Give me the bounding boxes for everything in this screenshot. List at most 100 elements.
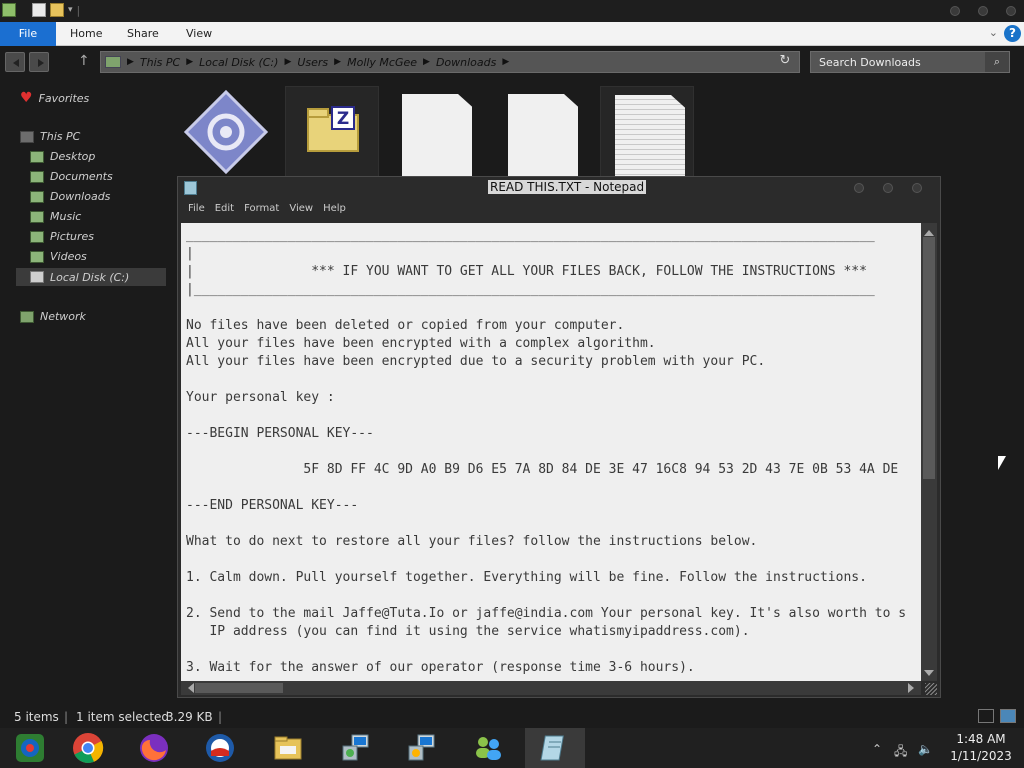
network-icon[interactable]: 🖧	[894, 742, 907, 763]
item-count: 5 items	[14, 710, 59, 724]
sidebar-item-favorites[interactable]: ♥ Favorites	[20, 90, 89, 106]
taskbar-item[interactable]	[58, 728, 118, 768]
text-line: All your files have been encrypted due t…	[186, 354, 766, 369]
file-item[interactable]	[600, 86, 694, 179]
search-input[interactable]: Search Downloads ⌕	[810, 51, 1010, 73]
tab-share[interactable]: Share	[127, 22, 159, 46]
minimize-button[interactable]	[950, 6, 960, 16]
desktop-icon	[30, 150, 44, 163]
folder-icon[interactable]	[2, 3, 16, 17]
clock[interactable]: 1:48 AM 1/11/2023	[946, 731, 1016, 765]
taskbar-item[interactable]	[326, 728, 386, 768]
sidebar-item-label: Pictures	[50, 230, 95, 243]
scroll-down-arrow[interactable]	[924, 670, 934, 681]
details-view-button[interactable]	[978, 709, 994, 723]
text-line	[186, 551, 906, 569]
window-controls	[950, 6, 1016, 16]
tab-file[interactable]: File	[0, 22, 56, 46]
menu-edit[interactable]: Edit	[215, 203, 234, 221]
selected-size: 3.29 KB	[166, 710, 213, 724]
ribbon: File Home Share View ⌄ ?	[0, 22, 1024, 46]
menu-help[interactable]: Help	[323, 203, 346, 221]
back-button[interactable]	[5, 52, 25, 72]
notepad-titlebar[interactable]: READ THIS.TXT - Notepad	[178, 177, 940, 199]
speaker-icon[interactable]: 🔈	[918, 742, 933, 756]
tab-home[interactable]: Home	[70, 22, 102, 46]
text-line	[186, 443, 906, 461]
file-item[interactable]	[390, 86, 484, 178]
scroll-thumb[interactable]	[195, 683, 283, 693]
chevron-right-icon[interactable]: ▶	[502, 57, 509, 67]
file-item[interactable]	[180, 86, 274, 178]
taskbar: ⌃ 🖧 🔈 1:48 AM 1/11/2023	[0, 728, 1024, 768]
sidebar-item-downloads[interactable]: Downloads	[30, 190, 110, 203]
file-item[interactable]: Z	[285, 86, 379, 178]
sidebar-item-desktop[interactable]: Desktop	[30, 150, 95, 163]
scroll-left-arrow[interactable]	[183, 683, 194, 693]
divider: |	[218, 710, 223, 724]
breadcrumb-this-pc[interactable]: This PC	[140, 56, 180, 69]
search-icon[interactable]: ⌕	[985, 52, 1009, 72]
blank-file-icon	[508, 94, 578, 178]
chevron-down-icon[interactable]: ⌄	[989, 26, 998, 39]
address-bar[interactable]: ▶ This PC ▶ Local Disk (C:) ▶ Users ▶ Mo…	[100, 51, 800, 73]
notepad-text-area[interactable]: ________________________________________…	[181, 223, 921, 681]
maximize-button[interactable]	[978, 6, 988, 16]
taskbar-item[interactable]	[0, 728, 60, 768]
up-arrow-icon[interactable]: ↑	[78, 53, 90, 69]
chevron-right-icon[interactable]: ▶	[186, 57, 193, 67]
forward-button[interactable]	[29, 52, 49, 72]
chevron-up-icon[interactable]: ⌃	[872, 742, 882, 756]
menu-file[interactable]: File	[188, 203, 205, 221]
file-list: Z	[180, 86, 720, 179]
maximize-button[interactable]	[883, 183, 893, 193]
properties-icon[interactable]	[32, 3, 46, 17]
chevron-right-icon[interactable]: ▶	[334, 57, 341, 67]
taskbar-item[interactable]	[258, 728, 318, 768]
refresh-icon[interactable]: ↻	[775, 53, 795, 71]
minimize-button[interactable]	[854, 183, 864, 193]
sidebar-item-documents[interactable]: Documents	[30, 170, 113, 183]
sidebar-item-pictures[interactable]: Pictures	[30, 230, 94, 243]
breadcrumb-downloads[interactable]: Downloads	[436, 56, 496, 69]
tab-view[interactable]: View	[186, 22, 212, 46]
vertical-scrollbar[interactable]	[921, 223, 937, 681]
chevron-down-icon[interactable]: ▾	[68, 5, 73, 15]
resize-grip[interactable]	[925, 683, 937, 695]
menu-view[interactable]: View	[289, 203, 313, 221]
chrome-icon	[73, 733, 104, 763]
sidebar-item-music[interactable]: Music	[30, 210, 81, 223]
chevron-right-icon[interactable]: ▶	[127, 57, 134, 67]
taskbar-item[interactable]	[392, 728, 452, 768]
taskbar-item-active[interactable]	[525, 728, 585, 768]
horizontal-scrollbar[interactable]	[181, 681, 921, 695]
scroll-up-arrow[interactable]	[924, 225, 934, 236]
scroll-right-arrow[interactable]	[908, 683, 919, 693]
sidebar-item-local-disk[interactable]: Local Disk (C:)	[16, 268, 166, 286]
sidebar-item-label: Desktop	[50, 150, 96, 163]
taskbar-item[interactable]	[124, 728, 184, 768]
taskbar-item[interactable]	[458, 728, 518, 768]
sidebar-item-this-pc[interactable]: This PC	[20, 130, 80, 143]
text-line: 5F 8D FF 4C 9D A0 B9 D6 E5 7A 8D 84 DE 3…	[186, 462, 899, 477]
large-icons-view-button[interactable]	[1000, 709, 1016, 723]
new-folder-icon[interactable]	[50, 3, 64, 17]
text-line: |_______________________________________…	[186, 282, 875, 297]
chevron-right-icon[interactable]: ▶	[284, 57, 291, 67]
taskbar-item[interactable]	[190, 728, 250, 768]
music-icon	[30, 210, 44, 223]
text-line	[186, 515, 906, 533]
breadcrumb-user[interactable]: Molly McGee	[347, 56, 417, 69]
ransom-note-text: ________________________________________…	[186, 227, 906, 677]
scroll-thumb[interactable]	[923, 237, 935, 479]
chevron-right-icon[interactable]: ▶	[423, 57, 430, 67]
close-button[interactable]	[912, 183, 922, 193]
file-item[interactable]	[496, 86, 590, 178]
close-button[interactable]	[1006, 6, 1016, 16]
breadcrumb-local-disk[interactable]: Local Disk (C:)	[199, 56, 278, 69]
sidebar-item-videos[interactable]: Videos	[30, 250, 87, 263]
help-icon[interactable]: ?	[1004, 25, 1021, 42]
menu-format[interactable]: Format	[244, 203, 279, 221]
sidebar-item-network[interactable]: Network	[20, 310, 86, 323]
breadcrumb-users[interactable]: Users	[297, 56, 328, 69]
